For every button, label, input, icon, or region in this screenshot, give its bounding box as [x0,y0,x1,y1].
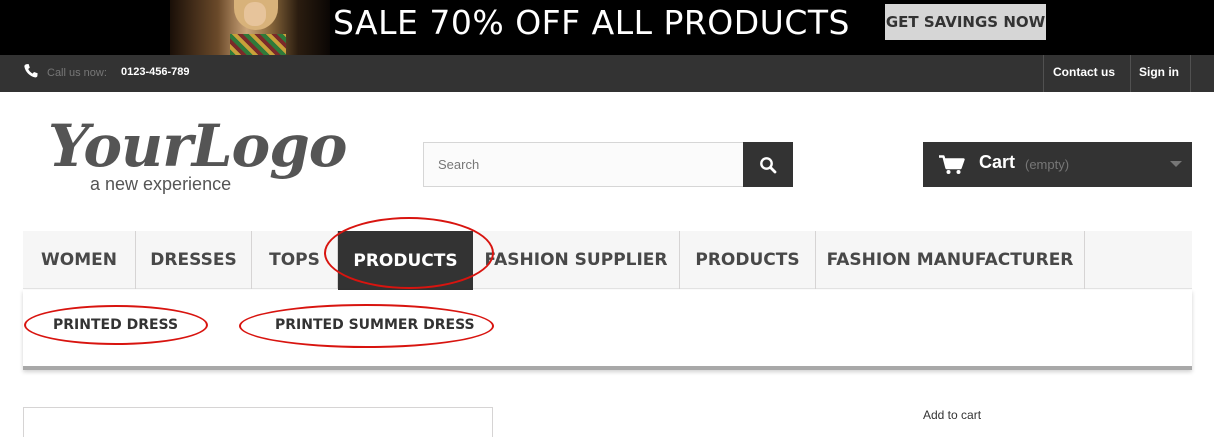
menu-item-products-active[interactable]: PRODUCTS [338,231,473,290]
products-submenu: PRINTED DRESS PRINTED SUMMER DRESS [23,290,1192,370]
logo-wordmark: YourLogo [48,112,347,180]
chevron-down-icon [1170,161,1182,167]
menu-item-fashion-manufacturer[interactable]: FASHION MANUFACTURER [816,231,1085,289]
logo-tagline: a new experience [90,174,232,194]
get-savings-button[interactable]: GET SAVINGS NOW [885,4,1046,40]
search-button[interactable] [743,142,793,187]
cart-status: (empty) [1025,157,1070,172]
promo-model-image [170,0,330,55]
divider [1130,55,1131,92]
add-to-cart-label[interactable]: Add to cart [923,408,981,422]
menu-item-women[interactable]: WOMEN [23,231,136,289]
cart-button[interactable]: Cart (empty) [923,142,1192,187]
magnifier-icon [760,156,777,173]
menu-item-fashion-supplier[interactable]: FASHION SUPPLIER [473,231,680,289]
menu-item-tops[interactable]: TOPS [252,231,338,289]
contact-us-link[interactable]: Contact us [1053,65,1115,79]
promo-banner[interactable]: SALE 70% OFF ALL PRODUCTS GET SAVINGS NO… [0,0,1214,55]
divider [1043,55,1044,92]
submenu-item-printed-dress[interactable]: PRINTED DRESS [53,317,178,333]
sign-in-link[interactable]: Sign in [1139,65,1179,79]
divider [1190,55,1191,92]
phone-icon [24,64,38,78]
product-image-box [23,407,493,437]
search-input[interactable] [423,142,744,187]
site-logo[interactable]: YourLogo a new experience [48,112,347,198]
main-menu: WOMEN DRESSES TOPS PRODUCTS FASHION SUPP… [23,231,1192,290]
phone-number: 0123-456-789 [121,66,190,78]
cart-label: Cart [979,152,1016,172]
promo-headline: SALE 70% OFF ALL PRODUCTS [333,3,850,42]
menu-item-dresses[interactable]: DRESSES [136,231,252,289]
menu-item-products[interactable]: PRODUCTS [680,231,816,289]
submenu-item-printed-summer-dress[interactable]: PRINTED SUMMER DRESS [275,317,475,333]
cart-icon [939,155,965,174]
call-us-label: Call us now: [47,67,107,79]
top-bar: Call us now: 0123-456-789 Contact us Sig… [0,55,1214,92]
